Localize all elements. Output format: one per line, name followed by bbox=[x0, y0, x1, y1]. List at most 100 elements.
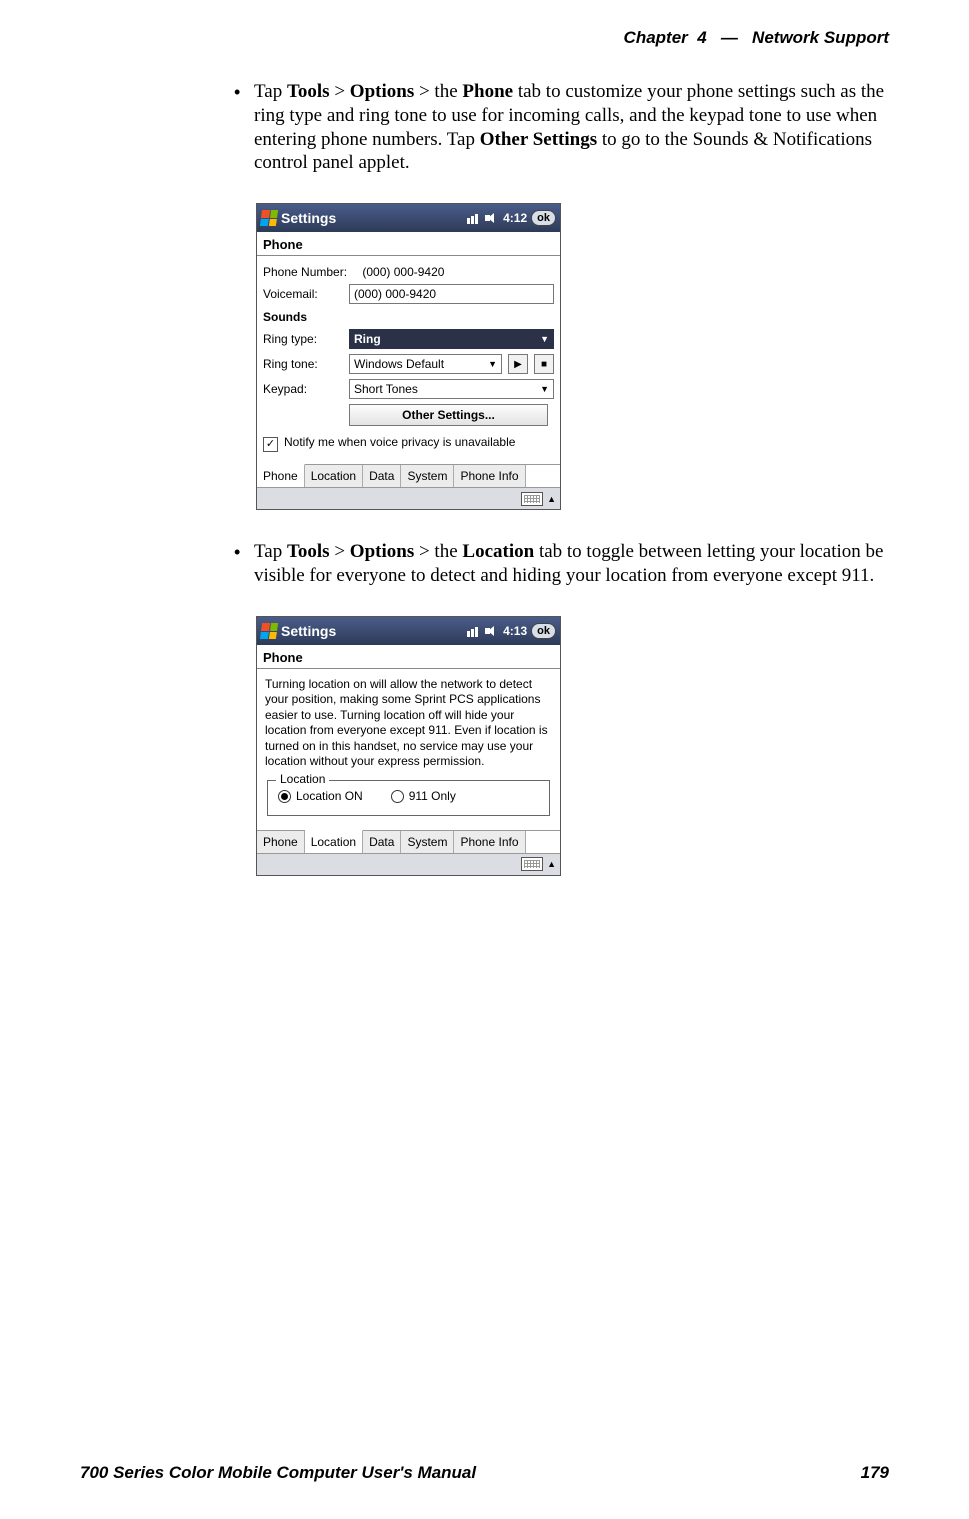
bullet-item-2: • Tap Tools > Options > the Location tab… bbox=[230, 540, 890, 588]
phone-number-label: Phone Number: bbox=[263, 265, 347, 279]
tab-system[interactable]: System bbox=[401, 831, 454, 853]
ring-type-value: Ring bbox=[354, 332, 381, 346]
chevron-down-icon: ▼ bbox=[540, 384, 549, 394]
start-menu[interactable]: Settings bbox=[261, 210, 336, 226]
ring-type-select[interactable]: Ring ▼ bbox=[349, 329, 554, 349]
tab-phone[interactable]: Phone bbox=[257, 831, 305, 853]
screen-heading: Phone bbox=[257, 232, 560, 255]
txt: > bbox=[330, 81, 350, 102]
speaker-icon bbox=[485, 212, 499, 224]
page-header: Chapter 4 — Network Support bbox=[624, 28, 889, 48]
bullet-marker: • bbox=[230, 80, 254, 175]
sounds-heading: Sounds bbox=[263, 310, 554, 324]
play-button[interactable]: ▶ bbox=[508, 354, 528, 374]
screenshot-phone-settings: Settings 4:12 ok Phone Phone Number: (00… bbox=[256, 203, 561, 510]
tab-phone-info[interactable]: Phone Info bbox=[454, 831, 525, 853]
status-icons: 4:12 ok bbox=[467, 210, 556, 226]
page-footer: 700 Series Color Mobile Computer User's … bbox=[80, 1463, 889, 1483]
settings-body: Phone Number: (000) 000-9420 Voicemail: … bbox=[257, 258, 560, 464]
tab-strip: Phone Location Data System Phone Info bbox=[257, 830, 560, 853]
keypad-select[interactable]: Short Tones ▼ bbox=[349, 379, 554, 399]
radio-label: Location ON bbox=[296, 789, 363, 803]
start-menu[interactable]: Settings bbox=[261, 623, 336, 639]
page-content: • Tap Tools > Options > the Phone tab to… bbox=[230, 80, 890, 906]
location-legend: Location bbox=[276, 772, 329, 788]
tools-bold: Tools bbox=[287, 541, 330, 562]
tab-location[interactable]: Location bbox=[305, 465, 363, 487]
options-bold: Options bbox=[350, 81, 414, 102]
chapter-label: Chapter bbox=[624, 28, 688, 47]
txt: > bbox=[330, 541, 350, 562]
other-settings-bold: Other Settings bbox=[480, 129, 597, 150]
clock: 4:12 bbox=[503, 211, 527, 225]
txt: > the bbox=[414, 541, 462, 562]
tab-phone-info[interactable]: Phone Info bbox=[454, 465, 525, 487]
tab-data[interactable]: Data bbox=[363, 465, 401, 487]
sip-arrow-icon[interactable]: ▲ bbox=[547, 494, 556, 504]
radio-location-on[interactable]: Location ON bbox=[278, 789, 363, 805]
radio-icon bbox=[391, 790, 404, 803]
location-description: Turning location on will allow the netwo… bbox=[265, 677, 552, 771]
tab-strip: Phone Location Data System Phone Info bbox=[257, 464, 560, 487]
windows-flag-icon bbox=[260, 623, 278, 639]
voicemail-value: (000) 000-9420 bbox=[354, 287, 436, 301]
sip-bar: ▲ bbox=[257, 487, 560, 509]
location-fieldset: Location Location ON 911 Only bbox=[267, 780, 550, 816]
keypad-value: Short Tones bbox=[354, 382, 418, 396]
header-sep: — bbox=[721, 28, 738, 47]
windows-flag-icon bbox=[260, 210, 278, 226]
ring-tone-select[interactable]: Windows Default ▼ bbox=[349, 354, 502, 374]
stop-button[interactable]: ■ bbox=[534, 354, 554, 374]
other-settings-button[interactable]: Other Settings... bbox=[349, 404, 548, 426]
chapter-number: 4 bbox=[697, 28, 706, 47]
footer-title: 700 Series Color Mobile Computer User's … bbox=[80, 1463, 476, 1483]
page-number: 179 bbox=[861, 1463, 889, 1483]
bullet-text-1: Tap Tools > Options > the Phone tab to c… bbox=[254, 80, 890, 175]
txt: > the bbox=[414, 81, 462, 102]
title-bar: Settings 4:13 ok bbox=[257, 617, 560, 645]
txt: Tap bbox=[254, 541, 287, 562]
screen-heading: Phone bbox=[257, 645, 560, 668]
signal-icon bbox=[467, 212, 481, 224]
notify-checkbox[interactable]: ✓ bbox=[263, 437, 278, 452]
notify-label: Notify me when voice privacy is unavaila… bbox=[284, 436, 515, 450]
location-body: Turning location on will allow the netwo… bbox=[257, 671, 560, 830]
bullet-item-1: • Tap Tools > Options > the Phone tab to… bbox=[230, 80, 890, 175]
phone-number-value: (000) 000-9420 bbox=[362, 265, 444, 279]
tab-location[interactable]: Location bbox=[305, 830, 363, 853]
voicemail-field[interactable]: (000) 000-9420 bbox=[349, 284, 554, 304]
txt: Tap bbox=[254, 81, 287, 102]
chevron-down-icon: ▼ bbox=[540, 334, 549, 344]
ring-tone-value: Windows Default bbox=[354, 357, 444, 371]
tab-system[interactable]: System bbox=[401, 465, 454, 487]
keypad-label: Keypad: bbox=[263, 382, 343, 396]
title-bar: Settings 4:12 ok bbox=[257, 204, 560, 232]
voicemail-label: Voicemail: bbox=[263, 287, 343, 301]
radio-911-only[interactable]: 911 Only bbox=[391, 789, 456, 805]
location-bold: Location bbox=[462, 541, 534, 562]
ring-type-label: Ring type: bbox=[263, 332, 343, 346]
ok-button[interactable]: ok bbox=[531, 623, 556, 639]
signal-icon bbox=[467, 625, 481, 637]
status-icons: 4:13 ok bbox=[467, 623, 556, 639]
clock: 4:13 bbox=[503, 624, 527, 638]
bullet-marker: • bbox=[230, 540, 254, 588]
bullet-text-2: Tap Tools > Options > the Location tab t… bbox=[254, 540, 890, 588]
tab-phone[interactable]: Phone bbox=[257, 464, 305, 487]
speaker-icon bbox=[485, 625, 499, 637]
phone-bold: Phone bbox=[462, 81, 513, 102]
sip-arrow-icon[interactable]: ▲ bbox=[547, 859, 556, 869]
tab-data[interactable]: Data bbox=[363, 831, 401, 853]
options-bold: Options bbox=[350, 541, 414, 562]
keyboard-icon[interactable] bbox=[521, 492, 543, 506]
keyboard-icon[interactable] bbox=[521, 857, 543, 871]
chevron-down-icon: ▼ bbox=[488, 359, 497, 369]
titlebar-label: Settings bbox=[281, 623, 336, 639]
header-title: Network Support bbox=[752, 28, 889, 47]
ok-button[interactable]: ok bbox=[531, 210, 556, 226]
sip-bar: ▲ bbox=[257, 853, 560, 875]
tools-bold: Tools bbox=[287, 81, 330, 102]
screenshot-location-settings: Settings 4:13 ok Phone Turning location … bbox=[256, 616, 561, 876]
titlebar-label: Settings bbox=[281, 210, 336, 226]
radio-label: 911 Only bbox=[409, 789, 456, 803]
